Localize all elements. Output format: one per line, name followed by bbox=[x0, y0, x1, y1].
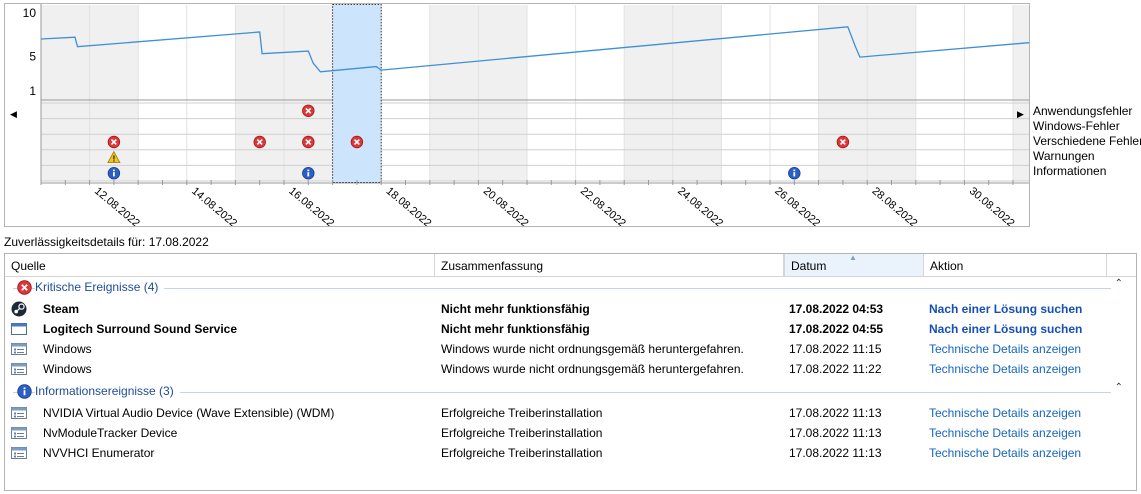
x-tick-label: 24.08.2022 bbox=[675, 185, 725, 226]
table-row[interactable]: NVVHCI Enumerator Erfolgreiche Treiberin… bbox=[5, 443, 1136, 463]
column-header-zusammenfassung[interactable]: Zusammenfassung bbox=[435, 254, 784, 277]
legend-verschiedene-fehler: Verschiedene Fehler bbox=[1033, 134, 1141, 148]
scroll-right-icon[interactable]: ▶ bbox=[1017, 109, 1024, 120]
table-row[interactable]: NvModuleTracker Device Erfolgreiche Trei… bbox=[5, 423, 1136, 443]
error-icon bbox=[17, 280, 32, 295]
row-date: 17.08.2022 11:13 bbox=[789, 446, 882, 460]
row-action-link[interactable]: Technische Details anzeigen bbox=[929, 342, 1081, 356]
x-tick-label: 12.08.2022 bbox=[92, 185, 142, 226]
row-source: NVIDIA Virtual Audio Device (Wave Extens… bbox=[43, 406, 335, 420]
row-date: 17.08.2022 11:13 bbox=[789, 426, 882, 440]
info-icon-glyph bbox=[113, 172, 115, 177]
column-header-filler bbox=[1107, 254, 1136, 277]
table-row[interactable]: Windows Windows wurde nicht ordnungsgemä… bbox=[5, 359, 1136, 379]
info-icon-glyph bbox=[113, 169, 115, 172]
scroll-left-icon[interactable]: ◀ bbox=[10, 109, 17, 120]
group-divider bbox=[13, 288, 1121, 289]
x-tick-label: 26.08.2022 bbox=[772, 185, 822, 226]
row-action-link[interactable]: Nach einer Lösung suchen bbox=[929, 322, 1082, 336]
day-column-shade bbox=[478, 5, 527, 181]
sort-ascending-icon: ▲ bbox=[849, 253, 857, 262]
driver-event-icon bbox=[11, 447, 27, 459]
driver-event-icon bbox=[11, 407, 27, 419]
row-source: Logitech Surround Sound Service bbox=[43, 322, 238, 336]
legend-anwendungsfehler: Anwendungsfehler bbox=[1033, 104, 1133, 118]
day-column-shade bbox=[818, 5, 868, 181]
info-icon-glyph bbox=[793, 169, 796, 172]
column-header-aktion[interactable]: Aktion bbox=[924, 254, 1107, 277]
y-tick-label: 5 bbox=[29, 49, 36, 63]
day-column-shade bbox=[284, 5, 333, 181]
row-source: NVVHCI Enumerator bbox=[43, 446, 155, 460]
details-caption: Zuverlässigkeitsdetails für: 17.08.2022 bbox=[4, 235, 209, 249]
table-row[interactable]: Windows Windows wurde nicht ordnungsgemä… bbox=[5, 339, 1136, 359]
x-tick-label: 20.08.2022 bbox=[481, 185, 531, 226]
row-source: Windows bbox=[43, 362, 92, 376]
day-column-shade bbox=[624, 5, 673, 181]
row-action-link[interactable]: Technische Details anzeigen bbox=[929, 426, 1081, 440]
row-summary: Erfolgreiche Treiberinstallation bbox=[441, 446, 603, 460]
day-column-shade bbox=[867, 5, 916, 181]
x-tick-label: 16.08.2022 bbox=[286, 185, 336, 226]
row-summary: Windows wurde nicht ordnungsgemäß herunt… bbox=[441, 342, 744, 356]
table-row[interactable]: Steam Nicht mehr funktionsfähig 17.08.20… bbox=[5, 299, 1136, 319]
windows-event-icon bbox=[11, 363, 27, 375]
reliability-chart-panel: 10 5 1! 12.08.2022 14.08.2022 16.08.2022 18.08… bbox=[4, 3, 1030, 227]
application-icon bbox=[11, 323, 27, 335]
x-tick-label: 18.08.2022 bbox=[384, 185, 434, 226]
row-summary: Erfolgreiche Treiberinstallation bbox=[441, 426, 603, 440]
windows-event-icon bbox=[11, 343, 27, 355]
row-summary: Nicht mehr funktionsfähig bbox=[441, 302, 590, 316]
row-summary: Nicht mehr funktionsfähig bbox=[441, 322, 590, 336]
info-icon bbox=[17, 384, 32, 399]
row-summary: Erfolgreiche Treiberinstallation bbox=[441, 406, 603, 420]
x-tick-label: 28.08.2022 bbox=[870, 185, 920, 226]
reliability-chart[interactable]: 10 5 1! 12.08.2022 14.08.2022 16.08.2022 18.08… bbox=[5, 4, 1029, 226]
info-icon-glyph bbox=[307, 169, 310, 172]
row-action-link[interactable]: Technische Details anzeigen bbox=[929, 362, 1081, 376]
legend-warnungen: Warnungen bbox=[1033, 149, 1095, 163]
collapse-icon[interactable]: ⌃ bbox=[1110, 382, 1123, 393]
row-date: 17.08.2022 04:55 bbox=[789, 322, 884, 336]
row-date: 17.08.2022 11:15 bbox=[789, 342, 882, 356]
info-icon-glyph bbox=[793, 172, 796, 177]
column-header-datum[interactable]: Datum ▲ bbox=[784, 254, 924, 277]
x-tick-label: 14.08.2022 bbox=[189, 185, 239, 226]
row-action-link[interactable]: Technische Details anzeigen bbox=[929, 446, 1081, 460]
x-tick-label: 22.08.2022 bbox=[578, 185, 628, 226]
row-action-link[interactable]: Nach einer Lösung suchen bbox=[929, 302, 1082, 316]
table-row[interactable]: Logitech Surround Sound Service Nicht me… bbox=[5, 319, 1136, 339]
legend-windows-fehler: Windows-Fehler bbox=[1033, 119, 1120, 133]
legend-informationen: Informationen bbox=[1033, 164, 1107, 178]
selected-day-highlight[interactable] bbox=[332, 4, 382, 183]
row-summary: Windows wurde nicht ordnungsgemäß herunt… bbox=[441, 362, 744, 376]
row-source: Steam bbox=[43, 302, 80, 316]
info-icon-glyph bbox=[307, 172, 310, 177]
group-information-events[interactable]: Informationsereignisse (3) ⌃ bbox=[13, 382, 1131, 401]
table-row[interactable]: NVIDIA Virtual Audio Device (Wave Extens… bbox=[5, 403, 1136, 423]
x-tick-label: 30.08.2022 bbox=[967, 185, 1017, 226]
collapse-icon[interactable]: ⌃ bbox=[1110, 278, 1123, 289]
row-date: 17.08.2022 04:53 bbox=[789, 302, 884, 316]
details-table: Quelle Zusammenfassung Datum ▲ Aktion Kri… bbox=[4, 253, 1137, 491]
day-column-shade bbox=[1013, 5, 1029, 181]
column-header-quelle[interactable]: Quelle bbox=[5, 254, 435, 277]
group-title: Informationsereignisse (3) bbox=[35, 384, 180, 398]
steam-icon bbox=[11, 301, 27, 317]
row-date: 17.08.2022 11:22 bbox=[789, 362, 882, 376]
day-column-shade bbox=[41, 5, 90, 181]
group-critical-events[interactable]: Kritische Ereignisse (4) ⌃ bbox=[13, 278, 1131, 297]
row-action-link[interactable]: Technische Details anzeigen bbox=[929, 406, 1081, 420]
warning-icon-glyph: ! bbox=[113, 155, 116, 164]
day-column-shade bbox=[672, 5, 722, 181]
day-column-shade bbox=[429, 5, 479, 181]
group-title: Kritische Ereignisse (4) bbox=[35, 280, 165, 294]
row-source: NvModuleTracker Device bbox=[43, 426, 178, 440]
row-source: Windows bbox=[43, 342, 92, 356]
driver-event-icon bbox=[11, 427, 27, 439]
y-tick-label: 1 bbox=[29, 84, 36, 98]
y-tick-label: 10 bbox=[23, 6, 37, 20]
row-date: 17.08.2022 11:13 bbox=[789, 406, 882, 420]
